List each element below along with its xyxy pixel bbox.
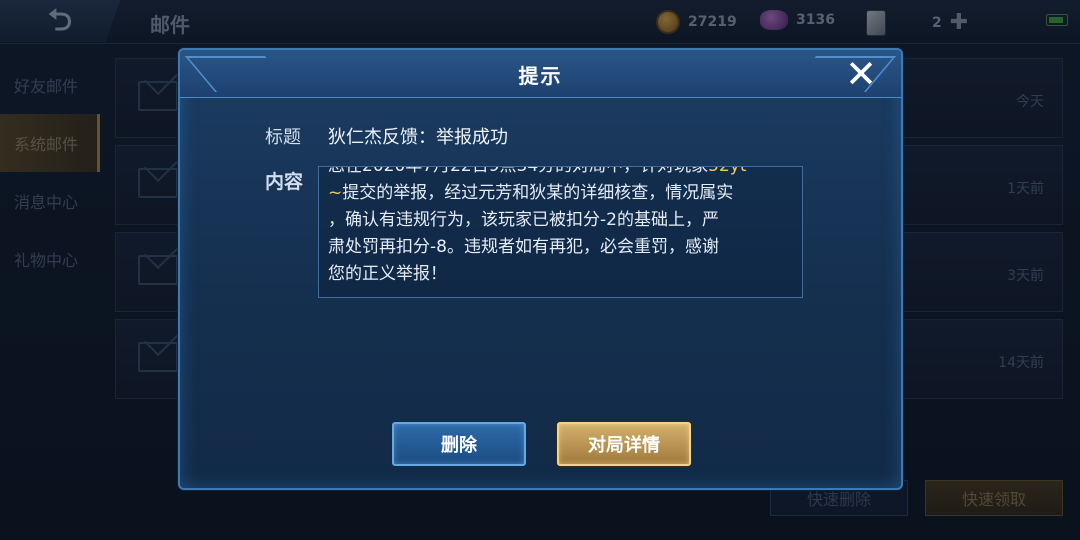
content-text-segment: 您在2020年7月22日9点34分的对局中，针对玩家 xyxy=(328,166,709,176)
match-details-button[interactable]: 对局详情 xyxy=(557,422,691,466)
content-line: 您的正义举报！ xyxy=(328,264,447,284)
dialog-title: 提示 xyxy=(518,64,563,88)
notice-dialog: 提示 ✕ 标题 狄仁杰反馈：举报成功 内容 您在2020年7月22日9点34分的… xyxy=(178,48,903,490)
content-line: ，确认有违规行为，该玩家已被扣分-2的基础上，严 xyxy=(328,210,719,230)
subject-value: 狄仁杰反馈：举报成功 xyxy=(328,127,508,148)
content-text: 您在2020年7月22日9点34分的对局中，针对玩家52yt ~提交的举报，经过… xyxy=(328,166,794,288)
subject-label: 标题 xyxy=(265,127,301,148)
content-text-segment: 提交的举报，经过元芳和狄某的详细核查，情况属实 xyxy=(342,183,734,203)
content-scroll-area[interactable]: 您在2020年7月22日9点34分的对局中，针对玩家52yt ~提交的举报，经过… xyxy=(318,166,803,298)
content-label: 内容 xyxy=(265,171,304,193)
close-icon: ✕ xyxy=(845,52,877,96)
player-name-highlight: 52yt xyxy=(708,166,747,176)
player-name-highlight: ~ xyxy=(328,183,343,203)
delete-button[interactable]: 删除 xyxy=(392,422,526,466)
dialog-header: 提示 ✕ xyxy=(180,50,901,98)
content-line: ~提交的举报，经过元芳和狄某的详细核查，情况属实 xyxy=(328,180,794,207)
content-line: 您在2020年7月22日9点34分的对局中，针对玩家52yt xyxy=(328,166,794,180)
close-button[interactable]: ✕ xyxy=(832,54,890,94)
content-line: 肃处罚再扣分-8。违规者如有再犯，必会重罚，感谢 xyxy=(328,237,719,257)
